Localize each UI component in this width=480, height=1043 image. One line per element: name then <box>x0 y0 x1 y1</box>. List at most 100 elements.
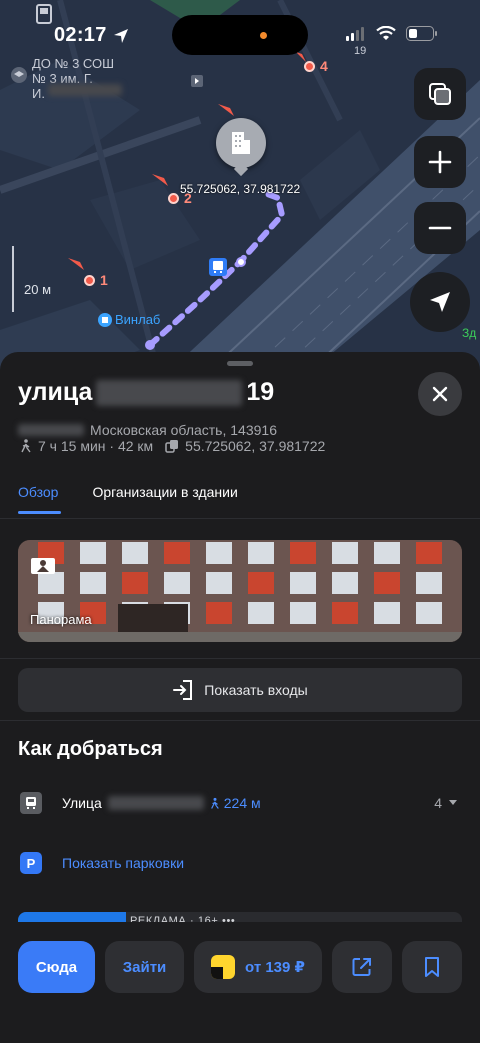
bookmark-icon <box>425 957 439 977</box>
vinlab-poi[interactable]: Винлаб <box>98 312 160 327</box>
facade-window <box>122 542 148 564</box>
facade-window <box>416 572 442 594</box>
facade-window <box>206 572 232 594</box>
entrance-icon <box>173 680 193 700</box>
facade-window <box>164 572 190 594</box>
panorama-label: Панорама <box>30 612 92 627</box>
facade-window <box>206 542 232 564</box>
walking-icon <box>21 439 31 453</box>
facade-window <box>80 572 106 594</box>
show-parking-label: Показать парковки <box>62 855 185 871</box>
recording-indicator-icon <box>260 32 267 39</box>
taxi-button[interactable]: от 139 ₽ <box>194 941 322 993</box>
poi-dot <box>84 274 95 286</box>
building-icon <box>232 132 250 154</box>
plus-icon <box>428 150 452 174</box>
section-divider <box>0 658 480 659</box>
facade-window <box>248 602 274 624</box>
facade-window <box>290 602 316 624</box>
close-button[interactable] <box>418 372 462 416</box>
selected-building-pin[interactable] <box>216 118 266 168</box>
section-divider <box>0 720 480 721</box>
transit-distance-value: 224 м <box>223 795 261 811</box>
facade-window <box>206 602 232 624</box>
facade-window <box>80 542 106 564</box>
poi-dot <box>304 60 315 72</box>
zoom-out-button[interactable] <box>414 202 466 254</box>
clock: 02:17 <box>54 24 107 46</box>
transit-stop-name: Улица <box>62 795 102 811</box>
coordinates-text[interactable]: 55.725062, 37.981722 <box>185 438 325 454</box>
bus-stop-icon <box>36 4 52 24</box>
transit-lines-count: 4 <box>434 795 442 811</box>
transit-lines[interactable]: 4 <box>434 795 458 811</box>
transit-distance: 224 м <box>210 795 261 811</box>
action-bar: Сюда Зайти от 139 ₽ <box>0 922 480 1043</box>
tab-overview[interactable]: Обзор <box>18 484 62 514</box>
facade-window <box>374 542 400 564</box>
facade-window <box>290 542 316 564</box>
close-icon <box>432 386 448 402</box>
title-house-number: 19 <box>246 378 275 406</box>
facade-window <box>248 572 274 594</box>
cellular-signal-icon <box>346 26 364 41</box>
redacted-address <box>18 424 84 436</box>
title-prefix: улица <box>18 378 93 406</box>
zoom-in-button[interactable] <box>414 136 466 188</box>
bus-icon <box>20 792 42 814</box>
facade-window <box>374 602 400 624</box>
map-view[interactable]: 02:17 ДО № 3 СОШ № 3 им. Г. И. 19 1 2 4 … <box>0 0 480 380</box>
facade-window <box>332 602 358 624</box>
walking-icon <box>210 797 219 809</box>
tab-organizations[interactable]: Организации в здании <box>92 484 237 500</box>
facade-window <box>416 602 442 624</box>
poi-number: 4 <box>320 58 328 74</box>
facade-window <box>290 572 316 594</box>
taxi-logo-icon <box>211 955 236 979</box>
share-icon <box>352 958 371 976</box>
tabs-divider <box>0 518 480 519</box>
wifi-icon <box>376 26 396 40</box>
facade-window <box>248 542 274 564</box>
share-button[interactable] <box>332 941 392 993</box>
parking-icon: P <box>20 852 42 874</box>
my-location-button[interactable] <box>410 272 470 332</box>
transit-stop-icon[interactable] <box>209 258 227 276</box>
dynamic-island <box>172 15 308 55</box>
facade-window <box>332 572 358 594</box>
taxi-price: от 139 ₽ <box>245 959 305 976</box>
copy-icon[interactable] <box>165 439 179 453</box>
poi-marker-4[interactable]: 4 <box>304 58 328 74</box>
card-tabs: Обзор Организации в здании <box>18 484 238 514</box>
map-scale-bar <box>12 246 14 312</box>
show-entrances-button[interactable]: Показать входы <box>18 668 462 712</box>
enter-button[interactable]: Зайти <box>105 941 184 993</box>
poi-marker-1[interactable]: 1 <box>84 272 108 288</box>
poi-dot <box>168 192 179 204</box>
transit-stop-row[interactable]: Улица 224 м 4 <box>20 792 464 814</box>
bookmark-button[interactable] <box>402 941 462 993</box>
route-here-button[interactable]: Сюда <box>18 941 95 993</box>
facade-window <box>332 542 358 564</box>
place-title: улица 19 <box>18 378 274 407</box>
facade-window <box>164 542 190 564</box>
battery-icon <box>406 26 437 41</box>
map-scale-label: 20 м <box>24 282 52 297</box>
redacted-stop-name <box>107 796 204 810</box>
edge-poi-label: Зд <box>462 326 477 340</box>
facade-window <box>374 572 400 594</box>
sheet-drag-handle[interactable] <box>227 361 253 366</box>
entrance-marker-icon <box>191 75 203 87</box>
shop-icon <box>98 312 112 327</box>
school-icon <box>11 67 27 83</box>
layers-icon <box>429 83 451 105</box>
vinlab-label: Винлаб <box>115 312 161 327</box>
walk-time: 7 ч 15 мин · 42 км <box>38 438 154 454</box>
layers-button[interactable] <box>414 68 466 120</box>
panorama-preview[interactable]: Панорама <box>18 540 462 642</box>
facade-window <box>122 572 148 594</box>
redacted-text <box>48 84 122 96</box>
minus-icon <box>428 226 452 230</box>
address-line: Московская область, 143916 <box>18 422 277 438</box>
show-parking-link[interactable]: P Показать парковки <box>20 852 184 874</box>
